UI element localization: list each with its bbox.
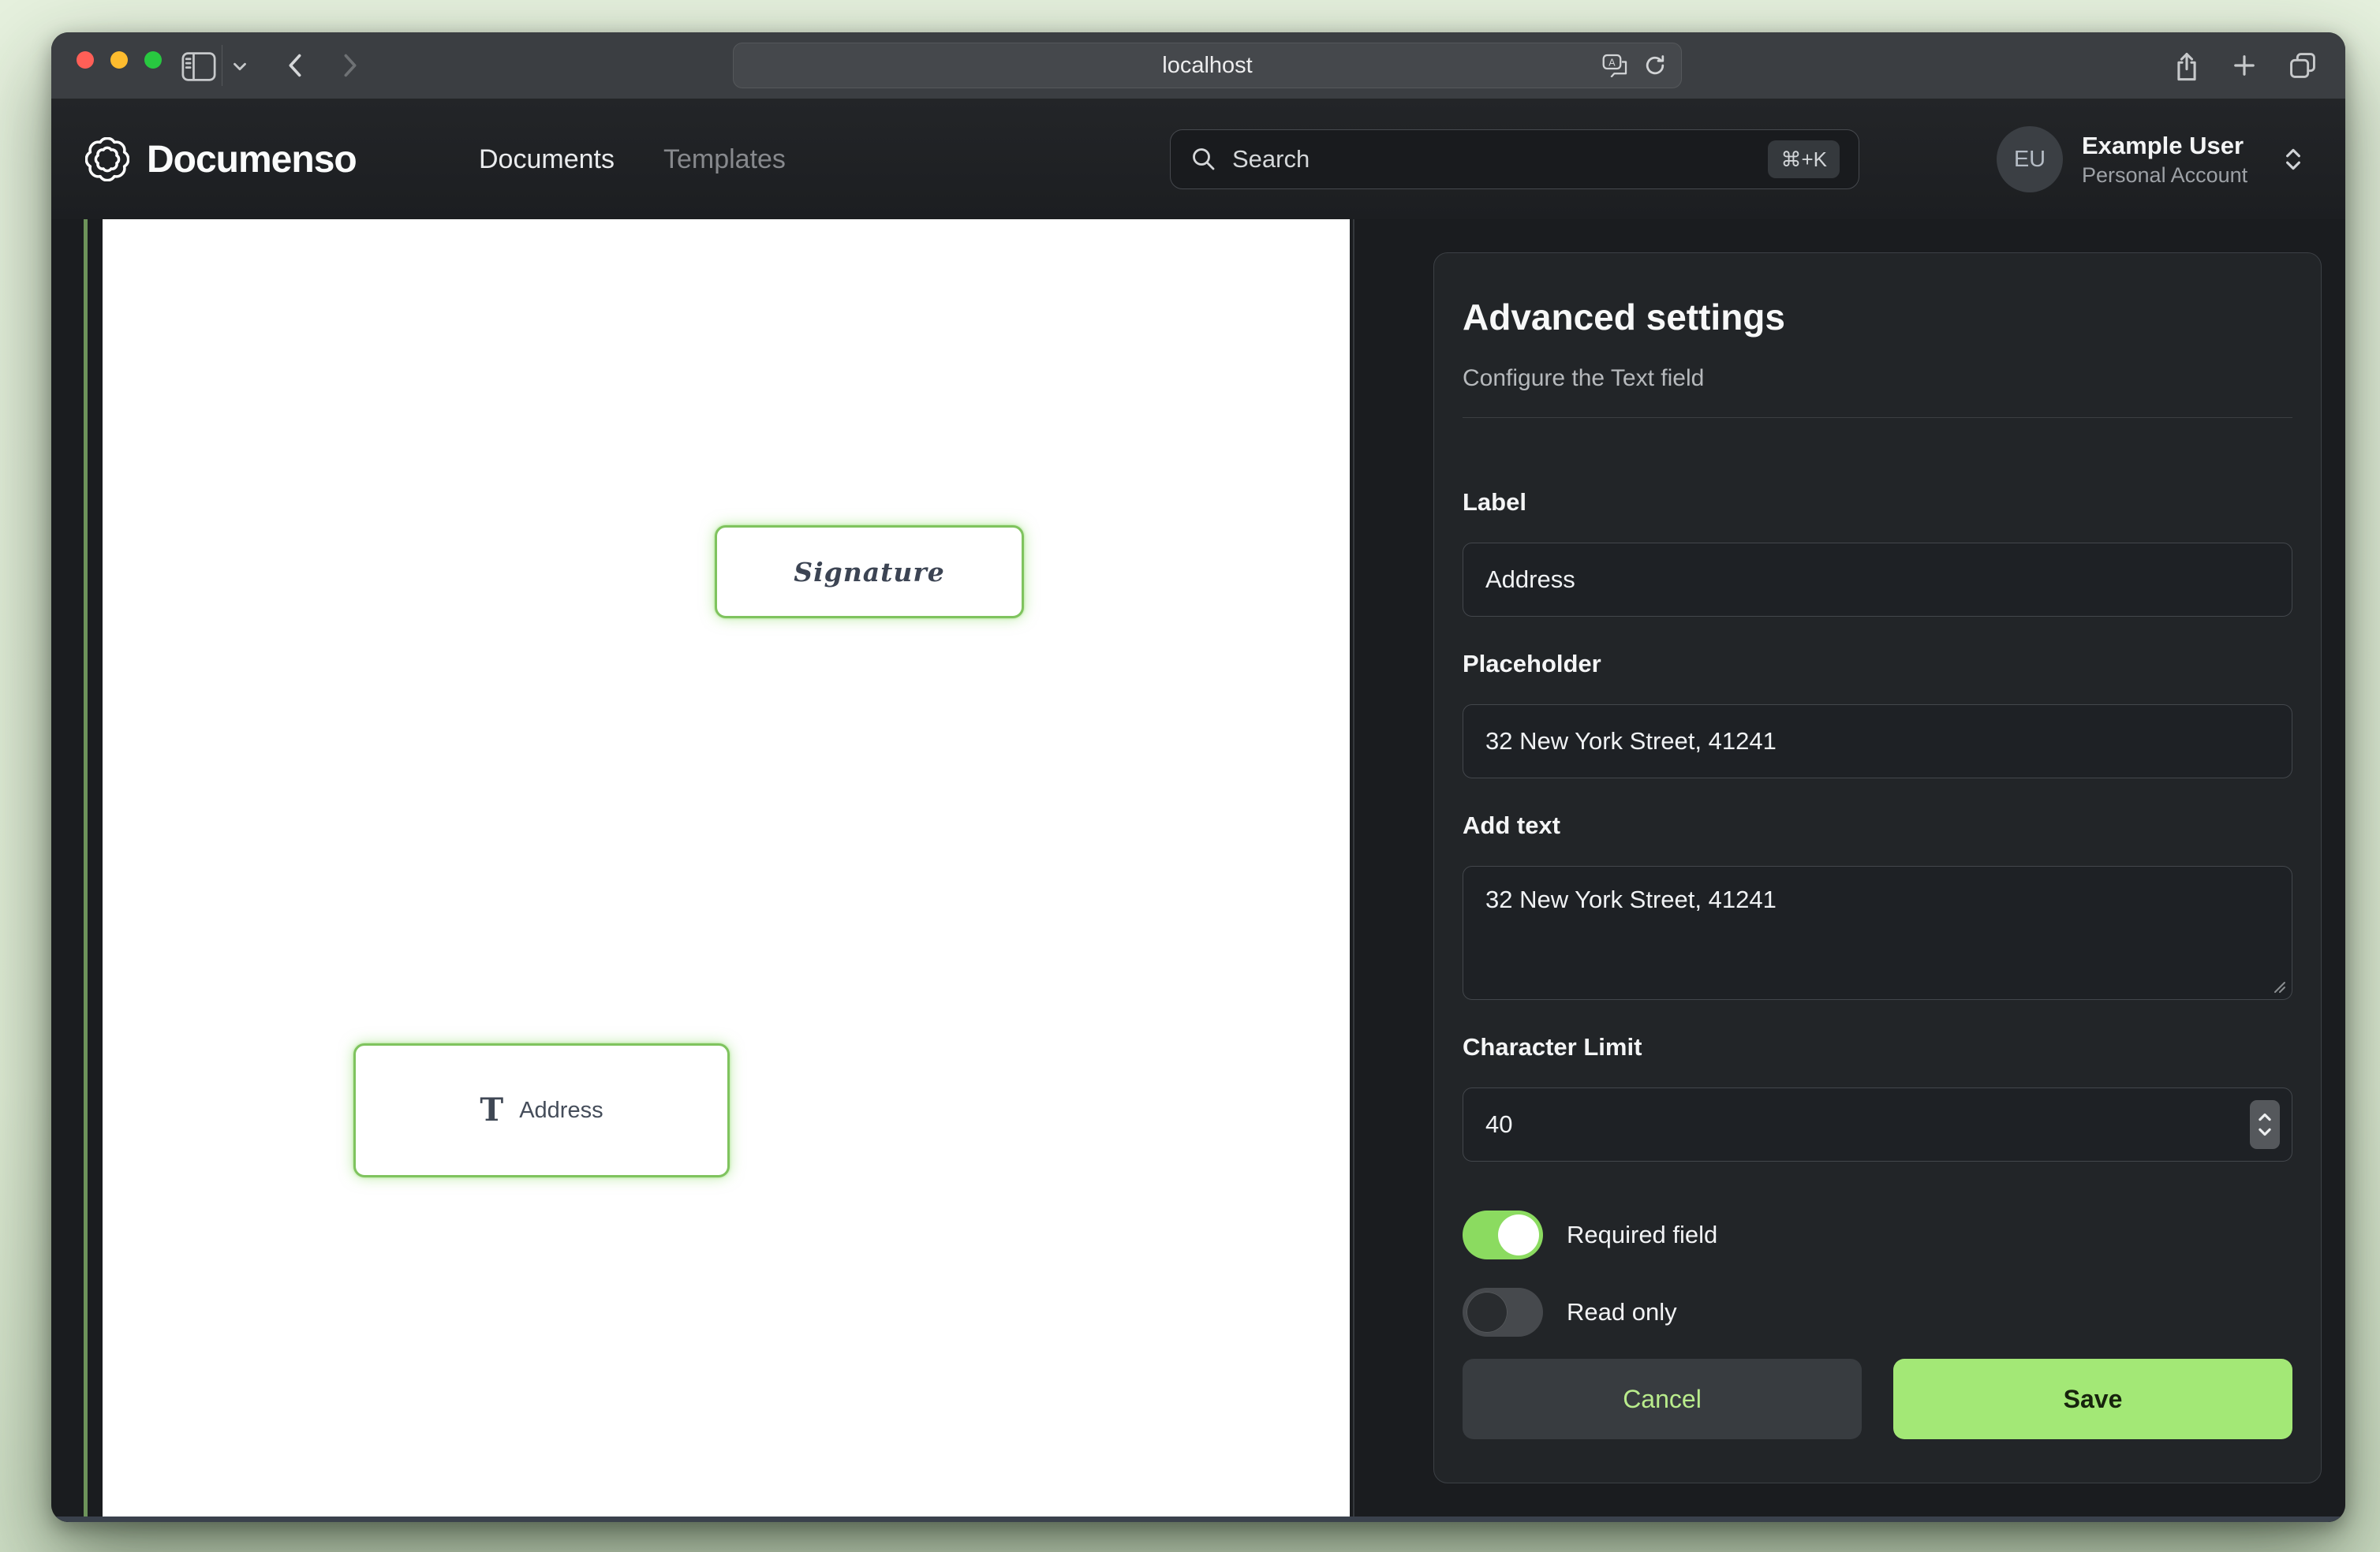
sidebar-toggle-icon[interactable] [181,52,216,81]
search-input[interactable] [1232,145,1754,173]
avatar: EU [1997,126,2063,192]
stepper-up-icon [2256,1110,2274,1123]
forward-button-icon[interactable] [340,52,361,79]
text-field-label: Address [519,1098,603,1124]
new-tab-icon[interactable] [2230,51,2259,80]
search-bar[interactable]: ⌘+K [1170,129,1859,189]
back-button-icon[interactable] [285,52,305,79]
url-text: localhost [1162,53,1252,79]
cancel-button[interactable]: Cancel [1463,1359,1862,1439]
user-menu[interactable]: EU Example User Personal Account [1997,99,2304,219]
read-only-toggle[interactable] [1463,1288,1543,1337]
text-field-icon: T [480,1095,503,1126]
toggle-knob [1498,1214,1539,1255]
advanced-settings-panel: Advanced settings Configure the Text fie… [1433,252,2322,1483]
user-name: Example User [2082,130,2247,162]
viewer-divider [1353,219,1354,1522]
signature-field-label: Signature [794,557,944,588]
documenso-logo-icon [85,137,129,181]
placeholder-field-label: Placeholder [1463,647,2292,681]
label-field-label: Label [1463,485,2292,519]
search-shortcut-badge: ⌘+K [1768,140,1840,178]
number-stepper[interactable] [2250,1100,2280,1149]
read-only-row: Read only [1463,1288,2292,1337]
text-field-address[interactable]: T Address [353,1043,730,1177]
browser-titlebar: localhost A [51,32,2345,99]
close-window-button[interactable] [77,51,94,69]
resize-grip-icon[interactable] [2272,979,2286,994]
chevron-down-icon[interactable] [233,62,247,72]
address-bar[interactable]: localhost A [733,43,1682,88]
add-text-textarea[interactable]: 32 New York Street, 41241 [1463,866,2292,1000]
placeholder-input[interactable] [1463,704,2292,778]
label-input[interactable] [1463,543,2292,617]
add-text-field-label: Add text [1463,808,2292,842]
panel-subtitle: Configure the Text field [1463,362,2292,395]
character-limit-input[interactable] [1463,1088,2292,1162]
stepper-down-icon [2256,1126,2274,1139]
tab-overview-icon[interactable] [2287,50,2318,81]
zoom-window-button[interactable] [144,51,162,69]
brand[interactable]: Documenso [85,99,357,219]
panel-title: Advanced settings [1463,297,2292,338]
document-page: Signature T Address [103,219,1350,1517]
character-limit-field-label: Character Limit [1463,1030,2292,1064]
signature-field[interactable]: Signature [715,525,1024,618]
required-field-label: Required field [1567,1221,1717,1249]
nav-templates[interactable]: Templates [663,144,786,175]
reload-icon[interactable] [1643,54,1667,77]
required-field-row: Required field [1463,1211,2292,1259]
minimize-window-button[interactable] [110,51,128,69]
toggle-knob [1466,1292,1508,1333]
share-icon[interactable] [2172,50,2202,83]
user-account-type: Personal Account [2082,162,2247,188]
save-button[interactable]: Save [1893,1359,2292,1439]
search-icon [1190,145,1218,173]
svg-text:A: A [1608,58,1616,69]
nav-documents[interactable]: Documents [479,144,615,175]
app-header: Documenso Documents Templates ⌘+K EU Exa… [51,99,2345,219]
content-area: Signature T Address Advanced settings Co… [51,219,2345,1522]
required-field-toggle[interactable] [1463,1211,1543,1259]
recipient-color-bar [84,219,88,1522]
read-only-label: Read only [1567,1298,1677,1326]
panel-divider [1463,417,2292,418]
chevron-up-down-icon [2282,144,2304,175]
main-nav: Documents Templates [479,99,786,219]
traffic-lights [77,51,162,69]
browser-window: localhost A [51,32,2345,1522]
translate-icon[interactable]: A [1602,54,1629,77]
brand-name: Documenso [147,138,357,181]
